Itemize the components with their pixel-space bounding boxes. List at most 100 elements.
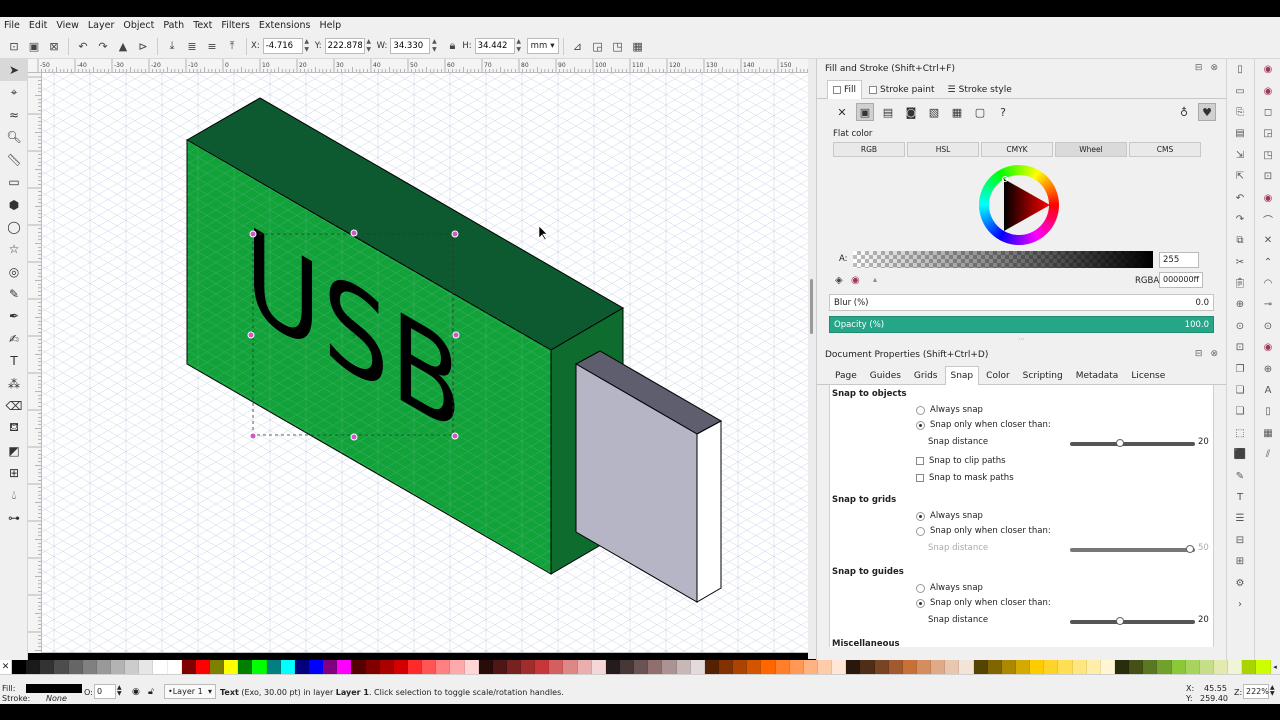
scale-corners-icon[interactable]: ◲ xyxy=(590,38,606,54)
palette-swatch[interactable] xyxy=(12,660,27,674)
tab-grids[interactable]: Grids xyxy=(908,367,944,384)
palette-swatch[interactable] xyxy=(308,660,324,674)
palette-swatch[interactable] xyxy=(803,660,819,674)
palette-swatch[interactable] xyxy=(1199,660,1214,674)
snap-intersections-icon[interactable]: ✕ xyxy=(1255,230,1280,251)
palette-swatch[interactable] xyxy=(96,660,111,674)
mode-rgb-button[interactable]: RGB xyxy=(833,142,905,157)
palette-swatch[interactable] xyxy=(1213,660,1229,674)
preferences-icon[interactable]: ⚙ xyxy=(1227,572,1253,593)
menu-layer[interactable]: Layer xyxy=(88,20,115,31)
panel-resize-grip[interactable]: ⋯ xyxy=(817,335,1226,345)
unit-select[interactable]: mm ▾ xyxy=(526,38,559,54)
select-all-icon[interactable]: ⊡ xyxy=(6,38,22,54)
tab-color[interactable]: Color xyxy=(980,367,1016,384)
palette-swatch[interactable] xyxy=(789,660,804,674)
palette-swatch[interactable] xyxy=(110,660,126,674)
palette-swatch[interactable] xyxy=(521,660,536,674)
palette-swatch[interactable] xyxy=(153,660,168,674)
palette-scroll-icon[interactable]: ◂ xyxy=(1270,660,1280,674)
spiral-tool-icon[interactable]: ◎ xyxy=(0,261,28,283)
palette-swatch[interactable] xyxy=(337,660,352,674)
palette-swatch[interactable] xyxy=(1185,660,1200,674)
blur-slider[interactable]: Blur (%) 0.0 xyxy=(829,294,1214,311)
palette-swatch[interactable] xyxy=(719,660,734,674)
palette-swatch[interactable] xyxy=(294,660,309,674)
palette-swatch[interactable] xyxy=(379,660,394,674)
layer-select[interactable]: •Layer 1 ▾ xyxy=(164,684,216,699)
float-icon[interactable]: ⊟ xyxy=(1195,349,1203,359)
ungroup-icon[interactable]: ⬛ xyxy=(1227,444,1253,465)
ellipse-tool-icon[interactable]: ◯ xyxy=(0,216,28,238)
snap-mask-paths-checkbox[interactable]: Snap to mask paths xyxy=(916,473,1014,483)
menu-view[interactable]: View xyxy=(56,20,79,31)
palette-swatch[interactable] xyxy=(1256,660,1271,674)
x-spin-arrows[interactable]: ▲ ▼ xyxy=(303,38,311,54)
no-paint-icon[interactable]: ✕ xyxy=(833,103,851,121)
snap-bbox-corners-icon[interactable]: ◲ xyxy=(1255,123,1280,144)
palette-swatch[interactable] xyxy=(1001,660,1016,674)
palette-swatch[interactable] xyxy=(591,660,606,674)
palette-swatch[interactable] xyxy=(535,660,550,674)
palette-swatch[interactable] xyxy=(1143,660,1158,674)
guides-always-snap-radio[interactable]: Always snap xyxy=(916,583,983,593)
palette-swatch[interactable] xyxy=(549,660,564,674)
palette-swatch[interactable] xyxy=(266,660,281,674)
lock-layer-icon[interactable]: 🔓︎ xyxy=(148,687,154,697)
palette-swatch[interactable] xyxy=(832,660,847,674)
no-color-swatch[interactable]: ✕ xyxy=(0,660,12,674)
slider-knob[interactable] xyxy=(1116,439,1124,447)
deselect-icon[interactable]: ⊠ xyxy=(46,38,62,54)
cut-icon[interactable]: ✂ xyxy=(1227,252,1253,273)
alpha-slider[interactable] xyxy=(853,251,1153,268)
palette-swatch[interactable] xyxy=(860,660,875,674)
snap-bbox-centers-icon[interactable]: ⊡ xyxy=(1255,166,1280,187)
palette-swatch[interactable] xyxy=(1114,660,1130,674)
handle-e[interactable] xyxy=(452,331,460,339)
fill-rule-nonzero-icon[interactable]: ♥ xyxy=(1198,103,1216,121)
zoom-selection-icon[interactable]: ⊕ xyxy=(1227,294,1253,315)
save-icon[interactable]: ⎘ xyxy=(1227,102,1253,123)
radial-gradient-icon[interactable]: ◙ xyxy=(902,103,920,121)
snap-guides-icon[interactable]: ⫽ xyxy=(1255,444,1280,465)
slider-knob[interactable] xyxy=(1116,617,1124,625)
palette-swatch[interactable] xyxy=(40,660,55,674)
palette-swatch[interactable] xyxy=(436,660,451,674)
node-tool-icon[interactable]: ⌖ xyxy=(0,81,28,103)
menu-filters[interactable]: Filters xyxy=(221,20,249,31)
tab-scripting[interactable]: Scripting xyxy=(1017,367,1069,384)
handle-nw[interactable] xyxy=(249,230,257,238)
menu-help[interactable]: Help xyxy=(319,20,341,31)
handle-s[interactable] xyxy=(350,433,358,441)
zoom-tool-icon[interactable]: 🔍︎ xyxy=(0,126,28,148)
rectangle-tool-icon[interactable]: ▭ xyxy=(0,171,28,193)
zoom-spin-arrows[interactable]: ▲ ▼ xyxy=(1270,685,1275,697)
fill-stroke-icon[interactable]: ✎ xyxy=(1227,465,1253,486)
fill-stroke-header[interactable]: Fill and Stroke (Shift+Ctrl+F) ⊟ ⊗ xyxy=(817,59,1226,79)
palette-swatch[interactable] xyxy=(846,660,861,674)
color-managed-icon[interactable]: ◉ xyxy=(851,275,860,286)
flat-color-icon[interactable]: ▣ xyxy=(856,103,874,121)
undo-icon[interactable]: ↶ xyxy=(1227,187,1253,208)
guides-snap-closer-radio[interactable]: Snap only when closer than: xyxy=(916,598,1051,608)
import-icon[interactable]: ⇲ xyxy=(1227,145,1253,166)
handle-n[interactable] xyxy=(350,229,358,237)
alpha-input[interactable]: 255 xyxy=(1159,252,1199,268)
swatch-icon[interactable]: ▢ xyxy=(971,103,989,121)
snap-bbox-edges-icon[interactable]: ◻ xyxy=(1255,102,1280,123)
calligraphy-tool-icon[interactable]: ✍ xyxy=(0,328,28,350)
palette-swatch[interactable] xyxy=(676,660,691,674)
palette-swatch[interactable] xyxy=(195,660,210,674)
redo-icon[interactable]: ↷ xyxy=(1227,209,1253,230)
tab-stroke-paint[interactable]: Stroke paint xyxy=(863,81,941,98)
horizontal-ruler[interactable]: -50 -40 -30 -20 -10 0 10 20 30 40 50 60 70 80 90 100 110… xyxy=(28,59,808,73)
palette-swatch[interactable] xyxy=(1086,660,1101,674)
opacity-input[interactable]: 0 xyxy=(94,684,116,699)
mesh-tool-icon[interactable]: ⊞ xyxy=(0,462,28,484)
close-icon[interactable]: ⊗ xyxy=(1210,349,1218,359)
h-spin-arrows[interactable]: ▲ ▼ xyxy=(515,38,523,54)
gradient-tool-icon[interactable]: ◩ xyxy=(0,440,28,462)
menu-file[interactable]: File xyxy=(4,20,20,31)
palette-swatch[interactable] xyxy=(82,660,97,674)
layers-icon[interactable]: ☰ xyxy=(1227,508,1253,529)
